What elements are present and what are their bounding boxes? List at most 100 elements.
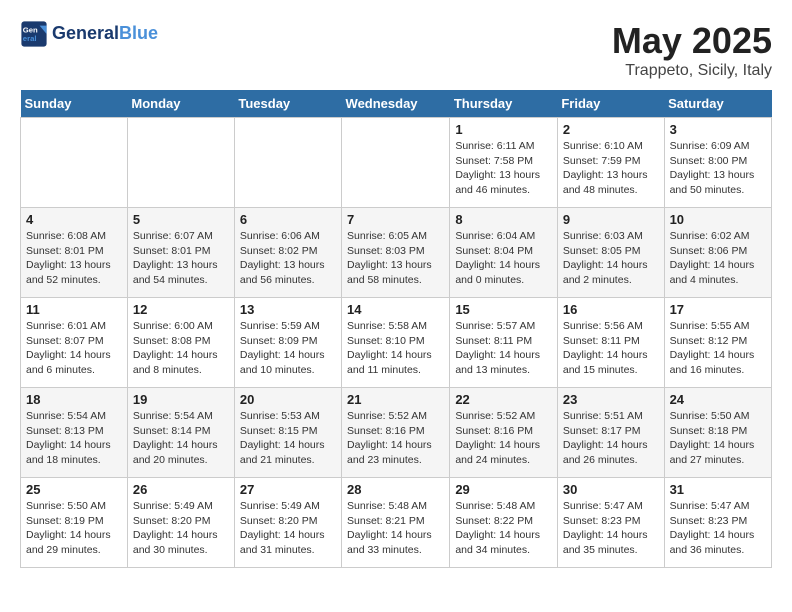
day-number: 12 (133, 302, 229, 317)
day-info: Sunrise: 6:08 AM Sunset: 8:01 PM Dayligh… (26, 229, 122, 288)
day-number: 5 (133, 212, 229, 227)
day-info: Sunrise: 6:10 AM Sunset: 7:59 PM Dayligh… (563, 139, 659, 198)
calendar-cell: 22 Sunrise: 5:52 AM Sunset: 8:16 PM Dayli… (450, 388, 558, 478)
day-info: Sunrise: 5:47 AM Sunset: 8:23 PM Dayligh… (670, 499, 766, 558)
day-info: Sunrise: 5:48 AM Sunset: 8:21 PM Dayligh… (347, 499, 444, 558)
calendar-cell: 5 Sunrise: 6:07 AM Sunset: 8:01 PM Daylig… (127, 208, 234, 298)
calendar-cell: 25 Sunrise: 5:50 AM Sunset: 8:19 PM Dayli… (21, 478, 128, 568)
calendar-cell: 19Sunrise: 5:54 AM Sunset: 8:14 PM Dayli… (127, 388, 234, 478)
day-number: 14 (347, 302, 444, 317)
calendar-cell: 4 Sunrise: 6:08 AM Sunset: 8:01 PM Daylig… (21, 208, 128, 298)
page-header: Gen eral GeneralBlue May 2025 Trappeto, … (20, 20, 772, 80)
day-info: Sunrise: 6:04 AM Sunset: 8:04 PM Dayligh… (455, 229, 552, 288)
calendar-cell: 1 Sunrise: 6:11 AM Sunset: 7:58 PM Daylig… (450, 118, 558, 208)
calendar-cell: 11 Sunrise: 6:01 AM Sunset: 8:07 PM Dayli… (21, 298, 128, 388)
day-number: 30 (563, 482, 659, 497)
calendar-cell: 23Sunrise: 5:51 AM Sunset: 8:17 PM Dayli… (557, 388, 664, 478)
day-number: 10 (670, 212, 766, 227)
day-number: 31 (670, 482, 766, 497)
logo-text: GeneralBlue (52, 24, 158, 44)
day-info: Sunrise: 5:58 AM Sunset: 8:10 PM Dayligh… (347, 319, 444, 378)
day-info: Sunrise: 6:09 AM Sunset: 8:00 PM Dayligh… (670, 139, 766, 198)
day-info: Sunrise: 5:47 AM Sunset: 8:23 PM Dayligh… (563, 499, 659, 558)
day-number: 26 (133, 482, 229, 497)
svg-text:Gen: Gen (23, 26, 38, 35)
weekday-header: Wednesday (342, 90, 450, 118)
day-info: Sunrise: 5:49 AM Sunset: 8:20 PM Dayligh… (240, 499, 336, 558)
day-number: 11 (26, 302, 122, 317)
day-number: 28 (347, 482, 444, 497)
calendar-cell (127, 118, 234, 208)
day-info: Sunrise: 6:00 AM Sunset: 8:08 PM Dayligh… (133, 319, 229, 378)
day-info: Sunrise: 6:03 AM Sunset: 8:05 PM Dayligh… (563, 229, 659, 288)
calendar-cell: 29Sunrise: 5:48 AM Sunset: 8:22 PM Dayli… (450, 478, 558, 568)
svg-text:eral: eral (23, 34, 37, 43)
day-info: Sunrise: 5:59 AM Sunset: 8:09 PM Dayligh… (240, 319, 336, 378)
day-info: Sunrise: 5:50 AM Sunset: 8:19 PM Dayligh… (26, 499, 122, 558)
day-info: Sunrise: 6:11 AM Sunset: 7:58 PM Dayligh… (455, 139, 552, 198)
title-block: May 2025 Trappeto, Sicily, Italy (612, 20, 772, 80)
calendar-cell: 30 Sunrise: 5:47 AM Sunset: 8:23 PM Dayli… (557, 478, 664, 568)
calendar-cell: 27 Sunrise: 5:49 AM Sunset: 8:20 PM Dayli… (234, 478, 341, 568)
day-info: Sunrise: 5:57 AM Sunset: 8:11 PM Dayligh… (455, 319, 552, 378)
day-number: 3 (670, 122, 766, 137)
calendar-table: SundayMondayTuesdayWednesdayThursdayFrid… (20, 90, 772, 568)
day-info: Sunrise: 5:48 AM Sunset: 8:22 PM Dayligh… (455, 499, 552, 558)
calendar-cell: 17 Sunrise: 5:55 AM Sunset: 8:12 PM Dayli… (664, 298, 771, 388)
day-number: 8 (455, 212, 552, 227)
day-number: 4 (26, 212, 122, 227)
day-info: Sunrise: 5:55 AM Sunset: 8:12 PM Dayligh… (670, 319, 766, 378)
day-info: Sunrise: 5:52 AM Sunset: 8:16 PM Dayligh… (347, 409, 444, 468)
calendar-cell: 14 Sunrise: 5:58 AM Sunset: 8:10 PM Dayli… (342, 298, 450, 388)
calendar-cell: 10 Sunrise: 6:02 AM Sunset: 8:06 PM Dayli… (664, 208, 771, 298)
day-info: Sunrise: 5:50 AM Sunset: 8:18 PM Dayligh… (670, 409, 766, 468)
day-info: Sunrise: 5:54 AM Sunset: 8:13 PM Dayligh… (26, 409, 122, 468)
calendar-cell: 3 Sunrise: 6:09 AM Sunset: 8:00 PM Daylig… (664, 118, 771, 208)
day-number: 9 (563, 212, 659, 227)
calendar-cell: 2 Sunrise: 6:10 AM Sunset: 7:59 PM Daylig… (557, 118, 664, 208)
day-info: Sunrise: 6:05 AM Sunset: 8:03 PM Dayligh… (347, 229, 444, 288)
day-info: Sunrise: 5:53 AM Sunset: 8:15 PM Dayligh… (240, 409, 336, 468)
day-info: Sunrise: 5:54 AM Sunset: 8:14 PM Dayligh… (133, 409, 229, 468)
calendar-cell: 7Sunrise: 6:05 AM Sunset: 8:03 PM Daylig… (342, 208, 450, 298)
day-info: Sunrise: 5:52 AM Sunset: 8:16 PM Dayligh… (455, 409, 552, 468)
weekday-header: Monday (127, 90, 234, 118)
day-number: 20 (240, 392, 336, 407)
month-title: May 2025 (612, 20, 772, 62)
day-info: Sunrise: 6:02 AM Sunset: 8:06 PM Dayligh… (670, 229, 766, 288)
day-number: 27 (240, 482, 336, 497)
day-number: 21 (347, 392, 444, 407)
day-info: Sunrise: 5:49 AM Sunset: 8:20 PM Dayligh… (133, 499, 229, 558)
day-number: 1 (455, 122, 552, 137)
weekday-header: Friday (557, 90, 664, 118)
calendar-cell: 13 Sunrise: 5:59 AM Sunset: 8:09 PM Dayli… (234, 298, 341, 388)
weekday-header: Thursday (450, 90, 558, 118)
calendar-cell: 6 Sunrise: 6:06 AM Sunset: 8:02 PM Daylig… (234, 208, 341, 298)
day-number: 15 (455, 302, 552, 317)
day-number: 2 (563, 122, 659, 137)
logo: Gen eral GeneralBlue (20, 20, 158, 48)
weekday-header: Tuesday (234, 90, 341, 118)
day-number: 13 (240, 302, 336, 317)
day-number: 22 (455, 392, 552, 407)
calendar-cell: 15 Sunrise: 5:57 AM Sunset: 8:11 PM Dayli… (450, 298, 558, 388)
calendar-cell: 12 Sunrise: 6:00 AM Sunset: 8:08 PM Dayli… (127, 298, 234, 388)
day-number: 16 (563, 302, 659, 317)
day-number: 23 (563, 392, 659, 407)
day-number: 18 (26, 392, 122, 407)
logo-icon: Gen eral (20, 20, 48, 48)
calendar-cell: 21 Sunrise: 5:52 AM Sunset: 8:16 PM Dayli… (342, 388, 450, 478)
calendar-cell: 8 Sunrise: 6:04 AM Sunset: 8:04 PM Daylig… (450, 208, 558, 298)
day-number: 17 (670, 302, 766, 317)
calendar-cell (342, 118, 450, 208)
day-number: 25 (26, 482, 122, 497)
day-info: Sunrise: 6:06 AM Sunset: 8:02 PM Dayligh… (240, 229, 336, 288)
calendar-cell (234, 118, 341, 208)
location-subtitle: Trappeto, Sicily, Italy (612, 62, 772, 80)
day-info: Sunrise: 6:01 AM Sunset: 8:07 PM Dayligh… (26, 319, 122, 378)
day-number: 6 (240, 212, 336, 227)
calendar-cell (21, 118, 128, 208)
calendar-cell: 24Sunrise: 5:50 AM Sunset: 8:18 PM Dayli… (664, 388, 771, 478)
day-info: Sunrise: 6:07 AM Sunset: 8:01 PM Dayligh… (133, 229, 229, 288)
calendar-cell: 16Sunrise: 5:56 AM Sunset: 8:11 PM Dayli… (557, 298, 664, 388)
